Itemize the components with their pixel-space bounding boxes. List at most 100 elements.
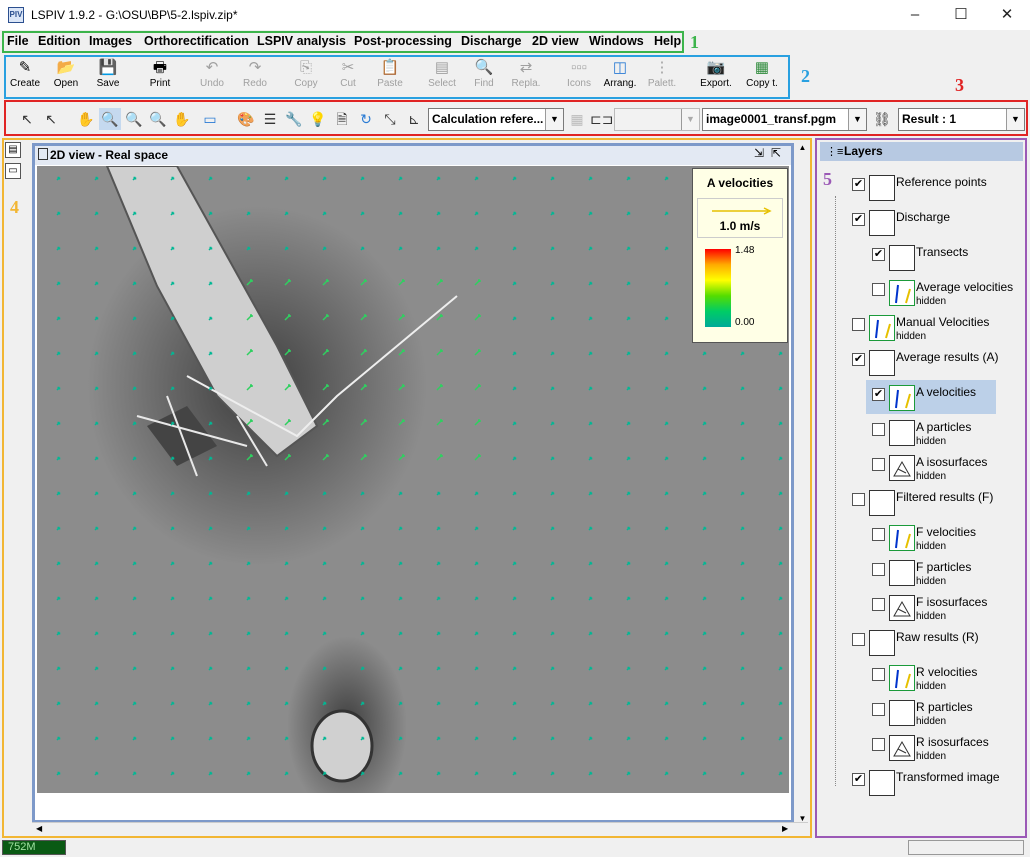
redo-icon: ↷ bbox=[248, 59, 262, 76]
menu-edition[interactable]: Edition bbox=[38, 34, 80, 48]
create-button[interactable]: ✎ Create bbox=[3, 58, 47, 96]
minimize-view-icon[interactable]: ⇲ bbox=[754, 146, 764, 160]
zoom-out-icon[interactable]: 🔍 bbox=[123, 108, 145, 130]
cut-button[interactable]: ✂ Cut bbox=[326, 58, 370, 96]
menu-discharge[interactable]: Discharge bbox=[461, 34, 521, 48]
select-button[interactable]: ▤ Select bbox=[420, 58, 464, 96]
layer-checkbox[interactable] bbox=[872, 703, 885, 716]
zoom-fit-icon[interactable]: 🔍 bbox=[147, 108, 169, 130]
menu-lspiv-analysis[interactable]: LSPIV analysis bbox=[257, 34, 346, 48]
layer-thumbnail-icon bbox=[869, 315, 895, 341]
menu-help[interactable]: Help bbox=[654, 34, 681, 48]
palette-button[interactable]: ⋮ Palett. bbox=[640, 58, 684, 96]
vertical-scrollbar[interactable]: ▲ ▼ bbox=[796, 143, 809, 823]
select-tool-icon[interactable]: ↖ bbox=[40, 108, 62, 130]
image-combo[interactable]: image0001_transf.pgm ▼ bbox=[702, 108, 867, 131]
save-button[interactable]: 💾 Save bbox=[86, 58, 130, 96]
layer-thumbnail-icon bbox=[889, 245, 915, 271]
find-button[interactable]: 🔍 Find bbox=[462, 58, 506, 96]
side-panel-icon[interactable]: ▤ bbox=[5, 142, 21, 158]
layer-thumbnail-icon bbox=[889, 455, 915, 481]
layer-checkbox[interactable] bbox=[872, 283, 885, 296]
layer-checkbox[interactable]: ✔ bbox=[852, 178, 865, 191]
undo-icon: ↶ bbox=[205, 59, 219, 76]
layer-hidden-label: hidden bbox=[916, 681, 947, 692]
layer-checkbox[interactable] bbox=[852, 318, 865, 331]
layer-name: R particles bbox=[916, 700, 973, 714]
link-icon[interactable]: ⛓ bbox=[871, 108, 893, 130]
annotation-label-5: 5 bbox=[823, 169, 832, 189]
icons-button[interactable]: ▫▫▫ Icons bbox=[557, 58, 601, 96]
bulb-tool-icon[interactable]: 💡 bbox=[307, 108, 329, 130]
transform-tool-icon[interactable]: ⤡ bbox=[379, 108, 401, 130]
layer-checkbox[interactable] bbox=[852, 493, 865, 506]
paste-button[interactable]: 📋 Paste bbox=[368, 58, 412, 96]
reference-combo[interactable]: Calculation refere... ▼ bbox=[428, 108, 564, 131]
layer-name: A particles bbox=[916, 420, 972, 434]
layer-checkbox[interactable]: ✔ bbox=[872, 388, 885, 401]
menu-orthorectification[interactable]: Orthorectification bbox=[144, 34, 249, 48]
layer-checkbox[interactable] bbox=[872, 738, 885, 751]
palette-icon: ⋮ bbox=[654, 59, 670, 76]
axis-tool-icon[interactable]: ⊾ bbox=[403, 108, 425, 130]
layer-checkbox[interactable]: ✔ bbox=[852, 213, 865, 226]
result-combo[interactable]: Result : 1 ▼ bbox=[898, 108, 1025, 131]
menu-post-processing[interactable]: Post-processing bbox=[354, 34, 452, 48]
layer-checkbox[interactable]: ✔ bbox=[852, 353, 865, 366]
menu-windows[interactable]: Windows bbox=[589, 34, 644, 48]
menu-2d-view[interactable]: 2D view bbox=[532, 34, 579, 48]
export-label: Export. bbox=[700, 78, 732, 89]
hand-tool-icon[interactable]: ✋ bbox=[171, 108, 193, 130]
pan-tool-icon[interactable]: ✋ bbox=[75, 108, 97, 130]
open-button[interactable]: 📂 Open bbox=[44, 58, 88, 96]
scroll-up-icon[interactable]: ▲ bbox=[796, 143, 809, 152]
replace-button[interactable]: ⇄ Repla. bbox=[504, 58, 548, 96]
horizontal-scrollbar[interactable]: ◀ ▶ bbox=[32, 822, 808, 836]
menu-file[interactable]: File bbox=[7, 34, 29, 48]
arrange-button[interactable]: ◫ Arrang. bbox=[598, 58, 642, 96]
menu-images[interactable]: Images bbox=[89, 34, 132, 48]
window-list-icon[interactable]: ▭ bbox=[5, 163, 21, 179]
copy-button[interactable]: ⎘ Copy bbox=[284, 58, 328, 96]
undo-button[interactable]: ↶ Undo bbox=[190, 58, 234, 96]
layer-checkbox[interactable] bbox=[872, 668, 885, 681]
frame-tool-icon[interactable]: ▭ bbox=[199, 108, 221, 130]
close-button[interactable]: ✕ bbox=[984, 0, 1030, 30]
layer-checkbox[interactable] bbox=[872, 563, 885, 576]
layer-checkbox[interactable] bbox=[852, 633, 865, 646]
scroll-left-icon[interactable]: ◀ bbox=[36, 824, 42, 833]
wrench-tool-icon[interactable]: 🔧 bbox=[283, 108, 305, 130]
pointer-tool-icon[interactable]: ↖ bbox=[16, 108, 38, 130]
print-button[interactable]: 🖶 Print bbox=[138, 58, 182, 96]
layer-name: R isosurfaces bbox=[916, 735, 989, 749]
arrange-icon: ◫ bbox=[612, 59, 628, 76]
palette-label: Palett. bbox=[647, 78, 677, 89]
copy-to-button[interactable]: ▦ Copy t. bbox=[740, 58, 784, 96]
icons-label: Icons bbox=[567, 78, 591, 89]
export-button[interactable]: 📷 Export. bbox=[694, 58, 738, 96]
layer-checkbox[interactable] bbox=[872, 458, 885, 471]
layer-hidden-label: hidden bbox=[916, 751, 947, 762]
refresh-tool-icon[interactable]: ↻ bbox=[355, 108, 377, 130]
scroll-right-icon[interactable]: ▶ bbox=[782, 824, 788, 833]
list-tool-icon[interactable]: ☰ bbox=[259, 108, 281, 130]
layer-checkbox[interactable] bbox=[872, 598, 885, 611]
maximize-view-icon[interactable]: ⇱ bbox=[771, 146, 781, 160]
document-tool-icon[interactable]: 🗎 bbox=[331, 108, 353, 130]
maximize-button[interactable]: ☐ bbox=[938, 0, 984, 30]
palette-tool-icon[interactable]: 🎨 bbox=[235, 108, 257, 130]
velocity-field-canvas[interactable] bbox=[37, 166, 789, 793]
legend-min: 0.00 bbox=[735, 317, 755, 328]
layer-thumbnail-icon bbox=[889, 280, 915, 306]
layer-checkbox[interactable]: ✔ bbox=[872, 248, 885, 261]
zoom-tool-icon[interactable]: 🔍 bbox=[99, 108, 121, 130]
layer-checkbox[interactable] bbox=[872, 528, 885, 541]
redo-button[interactable]: ↷ Redo bbox=[233, 58, 277, 96]
minimize-button[interactable]: – bbox=[892, 0, 938, 30]
layer-hidden-label: hidden bbox=[916, 296, 947, 307]
layer-checkbox[interactable]: ✔ bbox=[852, 773, 865, 786]
empty-combo[interactable]: ▼ bbox=[614, 108, 700, 131]
layer-checkbox[interactable] bbox=[872, 423, 885, 436]
layer-name: Filtered results (F) bbox=[896, 490, 994, 504]
annotation-frame-layers bbox=[815, 138, 1027, 838]
